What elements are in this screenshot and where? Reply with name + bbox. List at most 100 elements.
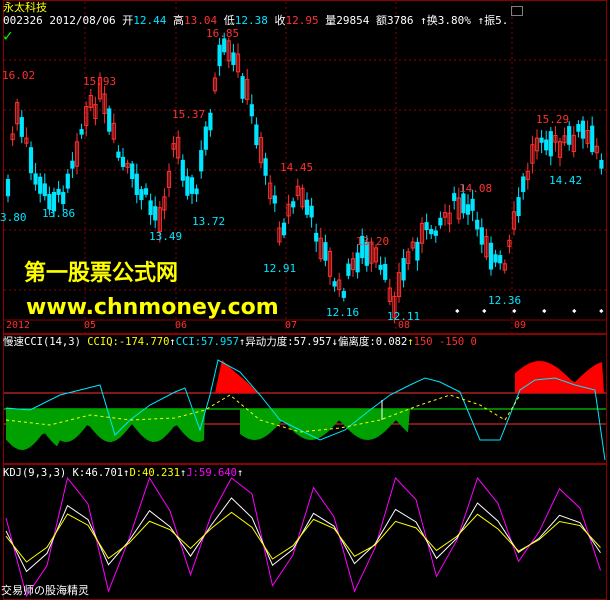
signal-marker [542, 308, 547, 314]
candle-body [401, 258, 406, 281]
high-value: 13.04 [183, 14, 218, 27]
candle-body [465, 204, 471, 215]
candle-body [231, 52, 236, 65]
candle-body [424, 222, 429, 231]
candle-body [65, 173, 70, 189]
candle-body [452, 193, 457, 201]
price-label: 16.02 [2, 69, 36, 82]
candle-body [493, 254, 498, 263]
signal-marker [512, 308, 517, 314]
d-value: D:40.231 [129, 467, 181, 479]
candle-body [61, 191, 66, 205]
candle-body [199, 150, 204, 172]
footer-credit: 交易师の股海精灵 [1, 584, 89, 597]
candle-body [240, 76, 245, 99]
cci-negative-fill [6, 409, 205, 450]
low-value: 12.38 [234, 14, 268, 27]
candle-body [461, 193, 466, 214]
cci-value: CCI:57.957 [175, 336, 239, 348]
close-value: 12.95 [285, 14, 319, 27]
candle-body [544, 139, 549, 151]
open-value: 12.44 [133, 14, 167, 27]
candle-body [521, 176, 526, 193]
candle-body [314, 232, 319, 242]
candle-body [378, 264, 383, 270]
deviation-value: 偏离度:0.082 [337, 336, 408, 348]
candle-body [70, 160, 75, 169]
amount-value: 3786 [386, 14, 414, 27]
k-line [5, 497, 601, 573]
candle-body [249, 104, 254, 117]
candle-body [153, 206, 158, 221]
cci-negative-fill [240, 409, 410, 440]
candle-body [346, 263, 351, 276]
candle-body [355, 252, 360, 273]
candle-body [599, 159, 604, 169]
candle-body [309, 205, 314, 218]
price-label: 12.36 [488, 294, 522, 307]
candle-body [189, 177, 195, 194]
cci-positive-fill [515, 361, 604, 393]
candle-body [576, 124, 581, 132]
candle-body [281, 222, 287, 236]
k-value: K:46.701 [72, 467, 124, 479]
stock-name: 永太科技 [3, 1, 47, 14]
candle-body [203, 126, 208, 150]
price-label: 12.91 [263, 262, 297, 275]
cci-levels: 150 -150 0 [413, 336, 477, 348]
candle-body [383, 263, 388, 280]
candle-body [475, 219, 480, 230]
price-label: 15.93 [83, 75, 117, 88]
time-axis-label: 05 [84, 320, 97, 331]
scroll-handle[interactable] [511, 6, 523, 16]
candle-body [56, 188, 61, 195]
cci-positive-fill [215, 360, 258, 393]
candle-body [263, 158, 268, 176]
candle-body [143, 188, 149, 195]
candle-body [498, 255, 503, 264]
price-label: 15.29 [536, 113, 570, 126]
ohlc-header: 002326 2012/08/06 开12.44 高13.04 低12.38 收… [3, 14, 509, 27]
amplitude-value: 5. [495, 14, 509, 27]
candle-body [107, 108, 112, 132]
volume-value: 29854 [336, 14, 370, 27]
candle-body [185, 176, 190, 196]
price-label-high: 16.85 [206, 27, 240, 40]
candle-body [291, 201, 296, 208]
price-label: 13.72 [192, 215, 226, 228]
price-label: 13.49 [149, 230, 183, 243]
candle-body [217, 44, 222, 67]
signal-marker [482, 308, 487, 314]
watermark-title: 第一股票公式网 [24, 261, 179, 286]
candle-body [19, 117, 24, 137]
cci-indicator-name: 慢速CCI(14,3) [3, 336, 81, 348]
candle-body [254, 124, 259, 146]
time-axis-label: 09 [514, 320, 527, 331]
time-axis-label: 06 [175, 320, 188, 331]
signal-marker [455, 308, 460, 314]
candle-body [130, 163, 135, 180]
j-value: J:59.640 [186, 467, 237, 479]
candle-body [79, 129, 84, 135]
candle-body [590, 125, 595, 153]
candle-body [33, 173, 38, 185]
price-label: 13.86 [42, 207, 76, 220]
candle-body [304, 199, 310, 215]
time-axis-label: 08 [398, 320, 411, 331]
candle-body [323, 242, 328, 261]
watermark-url: www.chnmoney.com [26, 295, 279, 320]
price-label: 15.37 [172, 108, 206, 121]
quote-date: 2012/08/06 [49, 14, 116, 27]
candle-body [415, 241, 420, 261]
kdj-indicator-name: KDJ(9,3,3) [3, 467, 67, 479]
price-label: 14.45 [280, 161, 314, 174]
candle-body [488, 242, 494, 270]
candle-body [438, 217, 443, 226]
turnover-value: 3.80% [437, 14, 471, 27]
candle-body [134, 173, 139, 195]
time-axis-label: 2012 [6, 320, 31, 331]
price-label: 14.08 [459, 182, 493, 195]
signal-marker [599, 308, 604, 314]
candle-body [580, 120, 586, 139]
cciq-value: CCIQ:-174.770 [87, 336, 170, 348]
